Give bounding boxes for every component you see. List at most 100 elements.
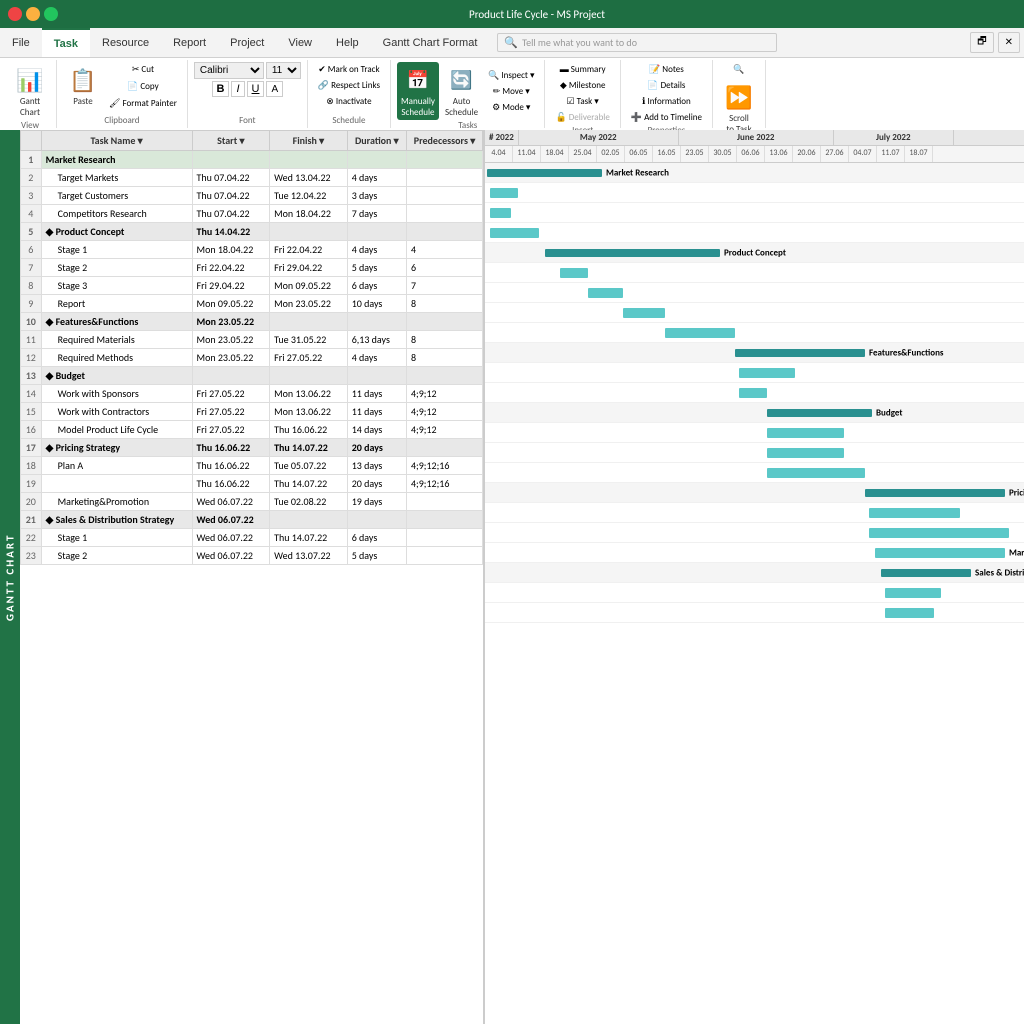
close-button[interactable] [8,7,22,21]
table-row[interactable]: 6 Stage 1 Mon 18.04.22 Fri 22.04.22 4 da… [21,241,483,259]
notes-button[interactable]: 📝 Notes [645,62,688,77]
chart-row [485,203,1024,223]
tab-task[interactable]: Task [42,28,90,57]
format-painter-button[interactable]: 🖌 Format Painter [105,96,181,111]
table-row[interactable]: 15 Work with Contractors Fri 27.05.22 Mo… [21,403,483,421]
minimize-button[interactable] [26,7,40,21]
col-header-pred[interactable]: Predecessors ▾ [406,131,482,151]
cell-start: Fri 22.04.22 [192,259,270,277]
col-header-start[interactable]: Start ▾ [192,131,270,151]
tab-project[interactable]: Project [218,28,276,57]
task-insert-button[interactable]: ☑ Task ▾ [563,94,603,109]
cell-id: 3 [21,187,42,205]
font-size-select[interactable]: 11 [266,62,301,79]
ribbon-group-view: 📊 GanttChart View [4,60,57,128]
search-bar[interactable]: 🔍 Tell me what you want to do [497,33,777,52]
table-row[interactable]: 17 ◆ Pricing Strategy Thu 16.06.22 Thu 1… [21,439,483,457]
cell-finish: Tue 02.08.22 [270,493,348,511]
table-row[interactable]: 10 ◆ Features&Functions Mon 23.05.22 [21,313,483,331]
date-1107: 11.07 [877,146,905,162]
col-header-finish[interactable]: Finish ▾ [270,131,348,151]
cell-pred: 7 [406,277,482,295]
table-row[interactable]: 4 Competitors Research Thu 07.04.22 Mon … [21,205,483,223]
copy-button[interactable]: 📄 Copy [105,79,181,94]
information-button[interactable]: ℹ Information [638,94,695,109]
inspect-button[interactable]: 🔍 Inspect ▾ [484,68,538,83]
col-header-name[interactable]: Task Name ▾ [41,131,192,151]
cell-start: Thu 07.04.22 [192,205,270,223]
tab-resource[interactable]: Resource [90,28,161,57]
tab-report[interactable]: Report [161,28,218,57]
underline-button[interactable]: U [247,81,265,97]
paste-button[interactable]: 📋 Paste [63,62,103,111]
col-header-duration[interactable]: Duration ▾ [347,131,406,151]
inactivate-button[interactable]: ⊗ Inactivate [322,94,375,109]
table-row[interactable]: 13 ◆ Budget [21,367,483,385]
tab-file[interactable]: File [0,28,42,57]
font-family-select[interactable]: Calibri [194,62,264,79]
table-row[interactable]: 21 ◆ Sales & Distribution Strategy Wed 0… [21,511,483,529]
respect-links-button[interactable]: 🔗 Respect Links [314,78,384,93]
move-button[interactable]: ✏ Move ▾ [484,84,538,99]
table-row[interactable]: 14 Work with Sponsors Fri 27.05.22 Mon 1… [21,385,483,403]
chart-row [485,443,1024,463]
format-painter-icon: 🖌 Format Painter [109,98,177,109]
table-row[interactable]: 20 Marketing&Promotion Wed 06.07.22 Tue … [21,493,483,511]
bold-button[interactable]: B [212,81,230,97]
restore-button[interactable]: 🗗 [970,32,993,53]
table-row[interactable]: 5 ◆ Product Concept Thu 14.04.22 [21,223,483,241]
cell-id: 9 [21,295,42,313]
font-color-button[interactable]: A [266,81,283,97]
table-row[interactable]: 18 Plan A Thu 16.06.22 Tue 05.07.22 13 d… [21,457,483,475]
manually-schedule-button[interactable]: 📅 ManuallySchedule [397,62,439,120]
cut-button[interactable]: ✂ Cut [105,62,181,77]
italic-button[interactable]: I [231,81,244,97]
summary-button[interactable]: ▬ Summary [556,62,610,77]
cell-name: ◆ Features&Functions [41,313,192,331]
table-row[interactable]: 23 Stage 2 Wed 06.07.22 Wed 13.07.22 5 d… [21,547,483,565]
cell-id: 14 [21,385,42,403]
table-row[interactable]: 9 Report Mon 09.05.22 Mon 23.05.22 10 da… [21,295,483,313]
table-row[interactable]: 8 Stage 3 Fri 29.04.22 Mon 09.05.22 6 da… [21,277,483,295]
table-row[interactable]: 1 Market Research [21,151,483,169]
cut-icon: ✂ Cut [132,64,154,75]
cell-pred: 8 [406,295,482,313]
tab-help[interactable]: Help [324,28,371,57]
date-1804: 18.04 [541,146,569,162]
maximize-button[interactable] [44,7,58,21]
cell-duration: 4 days [347,169,406,187]
scroll-to-task-button[interactable]: ⏩ Scrollto Task [719,79,759,137]
cell-name: Stage 1 [41,241,192,259]
details-button[interactable]: 📄 Details [643,78,689,93]
tab-view[interactable]: View [276,28,324,57]
table-row[interactable]: 11 Required Materials Mon 23.05.22 Tue 3… [21,331,483,349]
cell-finish: Mon 13.06.22 [270,385,348,403]
table-row[interactable]: 3 Target Customers Thu 07.04.22 Tue 12.0… [21,187,483,205]
deliverable-button[interactable]: 🔓 Deliverable [551,110,613,125]
table-row[interactable]: 2 Target Markets Thu 07.04.22 Wed 13.04.… [21,169,483,187]
cell-start: Wed 06.07.22 [192,511,270,529]
table-row[interactable]: 16 Model Product Life Cycle Fri 27.05.22… [21,421,483,439]
milestone-button[interactable]: ◆ Milestone [556,78,610,93]
ribbon-content: 📊 GanttChart View 📋 Paste ✂ Cut [0,58,1024,130]
gantt-bar [767,448,844,458]
table-row[interactable]: 19 Thu 16.06.22 Thu 14.07.22 20 days 4;9… [21,475,483,493]
date-0404: 4.04 [485,146,513,162]
table-row[interactable]: 12 Required Methods Mon 23.05.22 Fri 27.… [21,349,483,367]
gantt-chart-button[interactable]: 📊 GanttChart [10,62,50,120]
add-to-timeline-button[interactable]: ➕ Add to Timeline [627,110,706,125]
table-row[interactable]: 7 Stage 2 Fri 22.04.22 Fri 29.04.22 5 da… [21,259,483,277]
chart-row: Marketing&Promo... [485,543,1024,563]
month-may: May 2022 [519,130,679,145]
mark-on-track-button[interactable]: ✔ Mark on Track [314,62,383,77]
cell-duration: 20 days [347,475,406,493]
table-row[interactable]: 22 Stage 1 Wed 06.07.22 Thu 14.07.22 6 d… [21,529,483,547]
search-icon: 🔍 [504,36,518,49]
auto-schedule-button[interactable]: 🔄 AutoSchedule [441,62,482,120]
clipboard-group-label: Clipboard [104,115,139,126]
bar-label: Features&Functions [869,347,943,358]
find-button[interactable]: 🔍 [721,62,757,77]
mode-button[interactable]: ⚙ Mode ▾ [484,100,538,115]
close-window-button[interactable]: ✕ [998,32,1020,53]
tab-gantt-format[interactable]: Gantt Chart Format [371,28,490,57]
